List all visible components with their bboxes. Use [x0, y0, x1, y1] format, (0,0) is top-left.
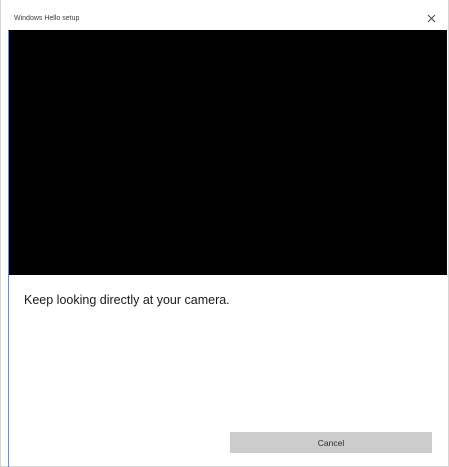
hello-setup-window: Windows Hello setup Keep looking directl… [0, 0, 449, 467]
title-bar: Windows Hello setup [1, 0, 448, 30]
window-title: Windows Hello setup [14, 15, 80, 22]
instruction-text: Keep looking directly at your camera. [24, 293, 230, 307]
close-button[interactable] [422, 9, 440, 27]
camera-preview [8, 30, 447, 275]
window-edge-line [8, 30, 9, 467]
close-icon [427, 14, 436, 23]
cancel-button[interactable]: Cancel [230, 432, 432, 453]
